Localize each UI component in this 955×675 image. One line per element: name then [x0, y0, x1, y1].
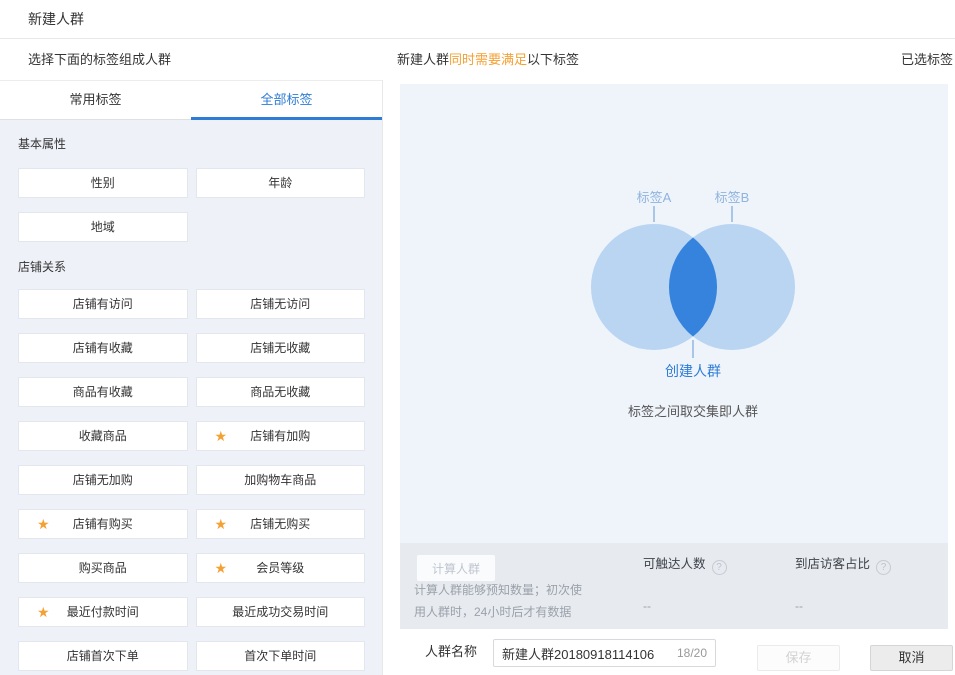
tag-button[interactable]: ★ 店铺有加购	[196, 421, 366, 451]
calculate-note: 计算人群能够预知数量；初次使 用人群时，24小时后才有数据	[414, 579, 582, 623]
dialog-titlebar: 新建人群	[0, 0, 955, 39]
tag-button[interactable]: 加购物车商品	[196, 465, 366, 495]
tag-label: 商品有收藏	[73, 385, 133, 399]
tag-button[interactable]: 店铺有收藏	[18, 333, 188, 363]
star-icon: ★	[37, 598, 50, 626]
help-icon[interactable]: ?	[876, 560, 891, 575]
tag-label: 购买商品	[79, 561, 127, 575]
dialog-title: 新建人群	[28, 0, 84, 38]
tag-button[interactable]: ★ 最近付款时间	[18, 597, 188, 627]
tag-button[interactable]: 购买商品	[18, 553, 188, 583]
save-button[interactable]: 保存	[757, 645, 840, 671]
group-title: 店铺关系	[18, 258, 365, 275]
tag-label: 最近付款时间	[67, 605, 139, 619]
calculate-note-line2: 用人群时，24小时后才有数据	[414, 601, 582, 623]
metric-value: --	[795, 599, 891, 613]
help-icon[interactable]: ?	[712, 560, 727, 575]
tag-label: 收藏商品	[79, 429, 127, 443]
venn-panel: 标签A 标签B 创建人群 标签之间取交集即人群	[400, 84, 948, 543]
venn-result-label: 创建人群	[665, 361, 721, 381]
selected-tags-link[interactable]: 已选标签	[901, 39, 953, 80]
tag-button[interactable]: 店铺首次下单	[18, 641, 188, 671]
metric-label: 到店访客占比	[795, 557, 870, 571]
tag-label: 首次下单时间	[244, 649, 316, 663]
caption-highlight: 同时需要满足	[449, 52, 527, 67]
star-icon: ★	[215, 554, 228, 582]
venn-label-b: 标签B	[715, 187, 750, 206]
tag-button[interactable]: 店铺无收藏	[196, 333, 366, 363]
metric-value: --	[643, 599, 727, 613]
tag-button[interactable]: 店铺无加购	[18, 465, 188, 495]
calculate-audience-button[interactable]: 计算人群	[417, 555, 495, 581]
tag-tabs: 常用标签 全部标签	[0, 80, 383, 120]
tab-common-tags[interactable]: 常用标签	[0, 81, 191, 119]
group-title: 基本属性	[18, 135, 365, 152]
caption-suffix: 以下标签	[527, 52, 579, 67]
metric-label: 可触达人数	[643, 557, 706, 571]
footer-bar: 人群名称 新建人群20180918114106 18/20 保存 取消	[400, 629, 955, 675]
tag-grid: 店铺有访问 店铺无访问店铺有收藏 店铺无收藏商品有收藏 商品无收藏收藏商品 ★ 店铺有加购…	[18, 289, 365, 671]
audience-name-label: 人群名称	[425, 629, 477, 675]
tag-button[interactable]: ★ 店铺有购买	[18, 509, 188, 539]
tag-label: 店铺首次下单	[67, 649, 139, 663]
tag-button[interactable]: 收藏商品	[18, 421, 188, 451]
tag-button[interactable]: 首次下单时间	[196, 641, 366, 671]
audience-name-input[interactable]: 新建人群20180918114106 18/20	[493, 639, 716, 667]
tag-label: 店铺有访问	[73, 297, 133, 311]
char-counter: 18/20	[671, 646, 707, 660]
tag-label: 会员等级	[256, 561, 304, 575]
tab-all-tags[interactable]: 全部标签	[191, 81, 382, 119]
tag-label: 店铺有购买	[73, 517, 133, 531]
tag-label: 店铺有收藏	[73, 341, 133, 355]
metric-reachable-count: 可触达人数? --	[643, 553, 727, 613]
cancel-button[interactable]: 取消	[870, 645, 953, 671]
tag-label: 商品无收藏	[250, 385, 310, 399]
stats-strip: 计算人群 计算人群能够预知数量；初次使 用人群时，24小时后才有数据 可触达人数…	[400, 543, 948, 629]
tag-label: 最近成功交易时间	[232, 605, 328, 619]
tag-label: 店铺无收藏	[250, 341, 310, 355]
caption-prefix: 新建人群	[397, 52, 449, 67]
tag-label: 地域	[91, 220, 115, 234]
tag-button[interactable]: 性别	[18, 168, 188, 198]
tag-button[interactable]: ★ 店铺无购买	[196, 509, 366, 539]
tag-label: 店铺有加购	[250, 429, 310, 443]
tag-button[interactable]: 店铺无访问	[196, 289, 366, 319]
tag-grid: 性别 年龄地域	[18, 168, 365, 242]
tag-button[interactable]: 年龄	[196, 168, 366, 198]
right-panel-caption: 新建人群同时需要满足以下标签	[397, 39, 579, 80]
metric-store-visitor-ratio: 到店访客占比? --	[795, 553, 891, 613]
venn-diagram	[400, 84, 948, 543]
star-icon: ★	[37, 510, 50, 538]
star-icon: ★	[215, 422, 228, 450]
tag-button[interactable]: ★ 会员等级	[196, 553, 366, 583]
venn-label-a: 标签A	[637, 187, 672, 206]
tag-label: 店铺无访问	[250, 297, 310, 311]
left-panel-caption: 选择下面的标签组成人群	[28, 39, 171, 80]
tag-button[interactable]: 商品有收藏	[18, 377, 188, 407]
tag-button[interactable]: 地域	[18, 212, 188, 242]
tag-label: 年龄	[268, 176, 292, 190]
calculate-note-line1: 计算人群能够预知数量；初次使	[414, 579, 582, 601]
tag-button[interactable]: 商品无收藏	[196, 377, 366, 407]
tag-label: 性别	[91, 176, 115, 190]
venn-caption: 标签之间取交集即人群	[628, 401, 758, 420]
audience-name-value: 新建人群20180918114106	[502, 644, 654, 663]
tag-button[interactable]: 店铺有访问	[18, 289, 188, 319]
tag-button[interactable]: 最近成功交易时间	[196, 597, 366, 627]
tag-label: 店铺无购买	[250, 517, 310, 531]
tag-label: 加购物车商品	[244, 473, 316, 487]
tag-label: 店铺无加购	[73, 473, 133, 487]
star-icon: ★	[215, 510, 228, 538]
subheader-row: 选择下面的标签组成人群 新建人群同时需要满足以下标签 已选标签	[0, 39, 955, 80]
tag-groups: 基本属性性别 年龄地域店铺关系店铺有访问 店铺无访问店铺有收藏 店铺无收藏商品有收藏 商…	[0, 120, 383, 675]
